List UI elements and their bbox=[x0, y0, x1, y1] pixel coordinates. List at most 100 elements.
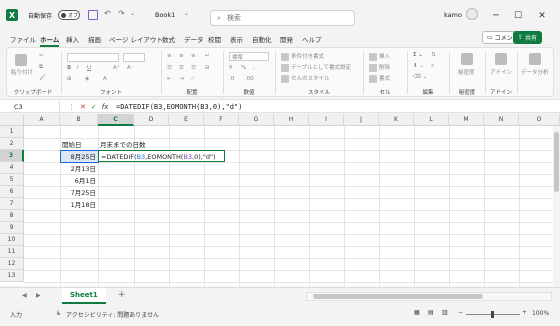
column-header-g[interactable]: G bbox=[239, 114, 274, 126]
column-header-c[interactable]: C bbox=[98, 114, 134, 126]
cut-icon[interactable]: ✂ bbox=[39, 53, 44, 59]
align-middle-icon[interactable]: ≡ bbox=[179, 53, 184, 59]
zoom-level[interactable]: 100% bbox=[532, 310, 549, 317]
add-sheet-button[interactable]: + bbox=[118, 290, 126, 300]
autosave-toggle[interactable]: オフ bbox=[58, 10, 80, 20]
share-button[interactable]: ⇪ 共有 bbox=[513, 31, 543, 44]
tab-file[interactable]: ファイル bbox=[10, 34, 36, 44]
row-header-9[interactable]: 9 bbox=[0, 222, 24, 234]
sort-filter-icon[interactable]: ⇅ bbox=[431, 52, 436, 58]
zoom-slider[interactable] bbox=[466, 311, 520, 318]
worksheet-grid[interactable]: A B C D E F G H I J K L M N O 1 2 3 4 5 … bbox=[0, 114, 560, 286]
active-cell-c3[interactable]: =DATEDIF(B3,EOMONTH(B3,0),"d") bbox=[98, 150, 225, 162]
row-header-13[interactable]: 13 bbox=[0, 270, 24, 282]
format-painter-icon[interactable]: 🖌 bbox=[39, 75, 46, 81]
paste-icon[interactable] bbox=[15, 54, 27, 66]
cell-b6[interactable]: 7月25日 bbox=[61, 187, 98, 199]
tab-formulas[interactable]: 数式 bbox=[162, 34, 175, 44]
cell-b7[interactable]: 1月18日 bbox=[61, 199, 98, 211]
font-name-select[interactable] bbox=[67, 53, 119, 62]
cancel-icon[interactable]: ✕ bbox=[80, 103, 86, 111]
wrap-text-icon[interactable]: ↵ bbox=[205, 53, 210, 59]
delete-cells-button[interactable]: 削除 bbox=[369, 63, 390, 72]
outdent-icon[interactable]: ⇥ bbox=[179, 76, 184, 82]
quick-access-more-icon[interactable]: ⌄ bbox=[130, 10, 135, 17]
row-header-8[interactable]: 8 bbox=[0, 210, 24, 222]
align-left-icon[interactable]: ☰ bbox=[167, 65, 172, 71]
column-header-j[interactable]: J bbox=[344, 114, 379, 126]
vertical-scrollbar[interactable] bbox=[553, 126, 560, 286]
align-top-icon[interactable]: ≡ bbox=[167, 53, 172, 59]
row-header-6[interactable]: 6 bbox=[0, 186, 24, 198]
column-header-n[interactable]: N bbox=[484, 114, 519, 126]
vertical-scroll-thumb[interactable] bbox=[554, 132, 559, 192]
underline-icon[interactable]: U bbox=[87, 65, 91, 71]
font-shrink-icon[interactable]: A⁻ bbox=[127, 65, 134, 71]
column-header-a[interactable]: A bbox=[24, 114, 60, 126]
data-analysis-icon[interactable] bbox=[529, 53, 541, 65]
user-name[interactable]: kamo bbox=[444, 11, 462, 19]
cell-b5[interactable]: 6月1日 bbox=[61, 175, 98, 187]
column-header-m[interactable]: M bbox=[449, 114, 484, 126]
horizontal-scroll-thumb[interactable] bbox=[313, 294, 483, 299]
accessibility-icon[interactable]: ♿ bbox=[56, 310, 61, 317]
sheet-tab-sheet1[interactable]: Sheet1 bbox=[62, 288, 106, 304]
border-icon[interactable]: ⊞ bbox=[67, 76, 72, 82]
align-center-icon[interactable]: ☰ bbox=[179, 65, 184, 71]
column-header-i[interactable]: I bbox=[309, 114, 344, 126]
search-box[interactable]: ⌕ 検索 bbox=[210, 10, 355, 26]
zoom-slider-thumb[interactable] bbox=[491, 311, 494, 318]
tab-data[interactable]: データ bbox=[184, 34, 204, 44]
merge-icon[interactable]: ⊟ bbox=[205, 65, 210, 71]
insert-function-icon[interactable]: fx bbox=[102, 103, 109, 111]
addins-button[interactable]: アドイン bbox=[490, 68, 512, 76]
tab-draw[interactable]: 描画 bbox=[88, 34, 101, 44]
column-header-d[interactable]: D bbox=[134, 114, 169, 126]
percent-icon[interactable]: % bbox=[241, 65, 246, 71]
tab-home[interactable]: ホーム bbox=[40, 34, 60, 47]
save-icon[interactable] bbox=[88, 10, 98, 20]
minimize-button[interactable]: ─ bbox=[486, 8, 506, 24]
find-icon[interactable]: ⌕ bbox=[431, 63, 434, 70]
data-analysis-button[interactable]: データ分析 bbox=[521, 68, 549, 76]
addins-icon[interactable] bbox=[495, 53, 507, 65]
name-box[interactable]: C3 bbox=[4, 101, 60, 113]
page-layout-view-icon[interactable]: ▤ bbox=[428, 309, 434, 316]
column-header-o[interactable]: O bbox=[519, 114, 560, 126]
column-header-f[interactable]: F bbox=[204, 114, 239, 126]
format-as-table-button[interactable]: テーブルとして書式設定 bbox=[281, 63, 351, 72]
filename-dropdown-icon[interactable]: ⌄ bbox=[184, 10, 189, 17]
sensitivity-icon[interactable] bbox=[461, 53, 473, 65]
row-header-1[interactable]: 1 bbox=[0, 126, 24, 138]
conditional-format-button[interactable]: 条件付き書式 bbox=[281, 52, 324, 61]
column-header-h[interactable]: H bbox=[274, 114, 309, 126]
normal-view-icon[interactable]: ▦ bbox=[414, 309, 420, 316]
fill-color-icon[interactable]: ◈ bbox=[85, 76, 89, 82]
avatar[interactable] bbox=[466, 8, 478, 20]
column-header-k[interactable]: K bbox=[379, 114, 414, 126]
font-grow-icon[interactable]: A⁺ bbox=[113, 65, 120, 71]
row-header-5[interactable]: 5 bbox=[0, 174, 24, 186]
orientation-icon[interactable]: ⟋ bbox=[191, 76, 195, 83]
zoom-out-icon[interactable]: − bbox=[458, 309, 463, 316]
tab-developer[interactable]: 開発 bbox=[280, 34, 293, 44]
align-bottom-icon[interactable]: ≡ bbox=[191, 53, 196, 59]
accessibility-status[interactable]: アクセシビリティ: 問題ありません bbox=[66, 310, 159, 319]
row-header-2[interactable]: 2 bbox=[0, 138, 24, 150]
sheet-prev-icon[interactable]: ◀ bbox=[22, 292, 27, 299]
increase-decimal-icon[interactable]: .0 bbox=[229, 76, 234, 82]
enter-icon[interactable]: ✓ bbox=[91, 103, 97, 111]
row-header-11[interactable]: 11 bbox=[0, 246, 24, 258]
horizontal-scrollbar[interactable] bbox=[306, 292, 552, 301]
row-header-12[interactable]: 12 bbox=[0, 258, 24, 270]
tab-page-layout[interactable]: ページ レイアウト bbox=[109, 34, 163, 44]
row-header-7[interactable]: 7 bbox=[0, 198, 24, 210]
redo-icon[interactable]: ↷ bbox=[118, 9, 125, 18]
select-all-corner[interactable] bbox=[0, 114, 24, 126]
cell-b4[interactable]: 2月13日 bbox=[61, 163, 98, 175]
clear-icon[interactable]: ⌫ ⌄ bbox=[413, 74, 427, 80]
close-button[interactable]: ✕ bbox=[532, 8, 552, 24]
comma-icon[interactable]: , bbox=[253, 65, 255, 71]
row-header-3[interactable]: 3 bbox=[0, 150, 24, 162]
maximize-button[interactable]: ☐ bbox=[508, 8, 528, 24]
